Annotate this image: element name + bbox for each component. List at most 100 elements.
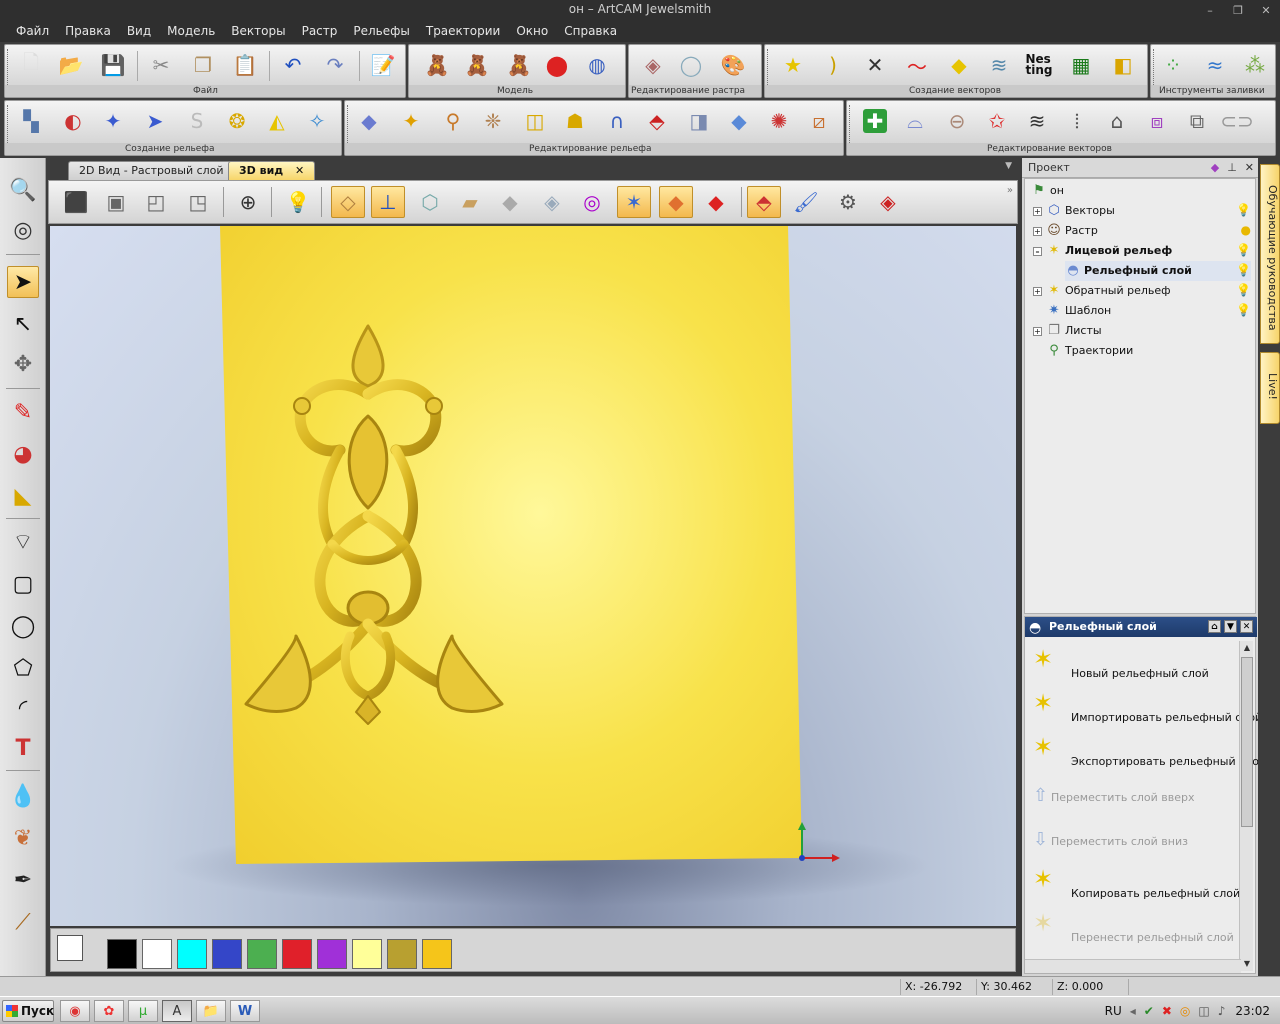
panel-close-icon[interactable]: ✕ xyxy=(1240,620,1253,633)
eraser-icon[interactable]: ◈ xyxy=(639,51,667,79)
mesh-icon[interactable]: ⬡ xyxy=(413,186,447,218)
star-vector-icon[interactable]: ★ xyxy=(779,51,807,79)
vector-wave-icon[interactable]: ≋ xyxy=(1023,107,1051,135)
relief-merge-icon[interactable]: ✧ xyxy=(303,107,331,135)
explorer-icon[interactable]: 📁 xyxy=(196,1000,226,1022)
menu-toolpaths[interactable]: Траектории xyxy=(418,20,508,42)
settings-gear-icon[interactable]: ⚙ xyxy=(831,186,865,218)
fill-wave-icon[interactable]: ≈ xyxy=(1201,51,1229,79)
transform-icon[interactable]: ✥ xyxy=(7,348,39,380)
relief-panel-hscrollbar[interactable] xyxy=(1025,959,1241,973)
relief-target-icon[interactable]: ✺ xyxy=(765,107,793,135)
visibility-bulb-icon[interactable]: 💡 xyxy=(1236,263,1251,277)
menu-reliefs[interactable]: Рельефы xyxy=(345,20,417,42)
palette-swatch[interactable] xyxy=(387,939,417,969)
relief-knot-icon[interactable]: ❂ xyxy=(223,107,251,135)
zoom-in-icon[interactable]: ⊕ xyxy=(231,186,265,218)
cube-side-icon[interactable]: ◰ xyxy=(139,186,173,218)
colored-plane-icon[interactable]: ◆ xyxy=(659,186,693,218)
start-button[interactable]: Пуск xyxy=(2,1000,54,1022)
tree-item-front-relief[interactable]: – ✶ Лицевой рельеф xyxy=(1033,241,1172,261)
palette-swatch[interactable] xyxy=(422,939,452,969)
shape-vector-icon[interactable]: ◆ xyxy=(945,51,973,79)
node-edit-icon[interactable]: ↖ xyxy=(7,308,39,340)
relief-plane-icon[interactable]: ◭ xyxy=(263,107,291,135)
tree-item-raster[interactable]: + ☺ Растр xyxy=(1033,221,1098,241)
vector-trim-icon[interactable]: ⦙ xyxy=(1063,107,1091,135)
model-tool-icon[interactable]: ⬤ xyxy=(543,51,571,79)
tree-item-sheets[interactable]: + ❐ Листы xyxy=(1033,321,1102,341)
menu-view[interactable]: Вид xyxy=(119,20,159,42)
teddy-gray-icon[interactable]: 🧸 xyxy=(505,51,533,79)
close-button[interactable]: ✕ xyxy=(1258,2,1274,20)
scroll-up-icon[interactable]: ▲ xyxy=(1240,641,1254,655)
redo-icon[interactable]: ↷ xyxy=(321,51,349,79)
vector-offset-icon[interactable]: ⊂⊃ xyxy=(1220,107,1254,135)
palette-swatch[interactable] xyxy=(142,939,172,969)
panel-collapse-icon[interactable]: ▼ xyxy=(1224,620,1237,633)
undo-icon[interactable]: ↶ xyxy=(279,51,307,79)
tree-root[interactable]: ⚑ он xyxy=(1031,181,1064,201)
tray-shield-icon[interactable]: ✔ xyxy=(1144,1004,1154,1018)
pen-tool-icon[interactable]: ✒ xyxy=(7,864,39,896)
tree-item-vectors[interactable]: + ⬡ Векторы xyxy=(1033,201,1115,221)
action-new-relief-layer[interactable]: ✶ Новый рельефный слой xyxy=(1031,645,1245,685)
tab-dropdown-icon[interactable]: ▼ xyxy=(1005,161,1012,171)
nesting-icon[interactable]: Nes ting xyxy=(1025,51,1053,79)
text-tool-icon[interactable]: T xyxy=(7,732,39,764)
iso-cube-icon[interactable]: ⬛ xyxy=(59,186,93,218)
menu-file[interactable]: Файл xyxy=(8,20,57,42)
paste-icon[interactable]: 📋 xyxy=(231,51,259,79)
palette-swatch[interactable] xyxy=(282,939,312,969)
stack-vector-icon[interactable]: ≋ xyxy=(985,51,1013,79)
chrome-icon[interactable]: ◉ xyxy=(60,1000,90,1022)
star-view-icon[interactable]: ✶ xyxy=(617,186,651,218)
vector-weld-icon[interactable]: ⧉ xyxy=(1183,107,1211,135)
arc-vector-icon[interactable]: ) xyxy=(819,51,847,79)
panel-close-icon[interactable]: ✕ xyxy=(1245,158,1254,178)
drop-icon[interactable]: 💧 xyxy=(7,780,39,812)
toolbar-overflow-icon[interactable]: » xyxy=(1007,185,1013,196)
feather-icon[interactable]: ❦ xyxy=(7,822,39,854)
scroll-down-icon[interactable]: ▼ xyxy=(1240,957,1254,971)
relief-s-icon[interactable]: S xyxy=(183,107,211,135)
pin-icon[interactable]: ⊥ xyxy=(1227,158,1237,178)
teddy-icon[interactable]: 🧸 xyxy=(463,51,491,79)
relief-offset-icon[interactable]: ☗ xyxy=(561,107,589,135)
tree-item-toolpaths[interactable]: ⚲ Траектории xyxy=(1046,341,1133,361)
action-copy-relief-layer[interactable]: ✶ Копировать рельефный слой xyxy=(1031,865,1245,905)
arc-icon[interactable]: ◜ xyxy=(7,692,39,724)
tree-item-back-relief[interactable]: + ✶ Обратный рельеф xyxy=(1033,281,1171,301)
menu-help[interactable]: Справка xyxy=(556,20,625,42)
save-icon[interactable]: 💾 xyxy=(99,51,127,79)
relief-mirror-icon[interactable]: ◨ xyxy=(685,107,713,135)
fill-nodes-icon[interactable]: ⁂ xyxy=(1241,51,1269,79)
menu-edit[interactable]: Правка xyxy=(57,20,119,42)
primary-color-swatch[interactable] xyxy=(57,935,83,961)
maximize-button[interactable]: ❐ xyxy=(1230,2,1246,20)
vector-star-outline-icon[interactable]: ✩ xyxy=(983,107,1011,135)
relief-sweep-icon[interactable]: ➤ xyxy=(141,107,169,135)
tab-tutorials[interactable]: Обучающие руководства xyxy=(1260,164,1280,344)
paint-palette-icon[interactable]: 🎨 xyxy=(719,51,747,79)
menu-window[interactable]: Окно xyxy=(508,20,556,42)
visibility-bulb-icon[interactable]: 💡 xyxy=(1236,283,1251,297)
scroll-thumb[interactable] xyxy=(1241,657,1253,827)
brush-icon[interactable]: ◣ xyxy=(7,480,39,512)
paint-brush-icon[interactable]: 🖌 xyxy=(789,186,823,218)
visibility-bulb-icon[interactable]: ● xyxy=(1241,223,1251,237)
action-move-layer-up[interactable]: ⇧ Переместить слой вверх xyxy=(1031,777,1245,817)
add-vector-icon[interactable]: ✚ xyxy=(863,109,887,133)
vector-bowl-icon[interactable]: ⌓ xyxy=(901,107,929,135)
teddy-red-icon[interactable]: 🧸 xyxy=(423,51,451,79)
light-bulb-icon[interactable]: 💡 xyxy=(281,186,315,218)
ring-icon[interactable]: ◯ xyxy=(677,51,705,79)
select-arrow-icon[interactable]: ➤ xyxy=(7,266,39,298)
rectangle-icon[interactable]: ▢ xyxy=(7,568,39,600)
circle-icon[interactable]: ◯ xyxy=(7,610,39,642)
action-export-relief-layer[interactable]: ✶ Экспортировать рельефный слой xyxy=(1031,733,1266,773)
tray-network-icon[interactable]: ◫ xyxy=(1198,1004,1209,1018)
cut-icon[interactable]: ✂ xyxy=(147,51,175,79)
menu-vectors[interactable]: Векторы xyxy=(223,20,293,42)
torrent-icon[interactable]: µ xyxy=(128,1000,158,1022)
